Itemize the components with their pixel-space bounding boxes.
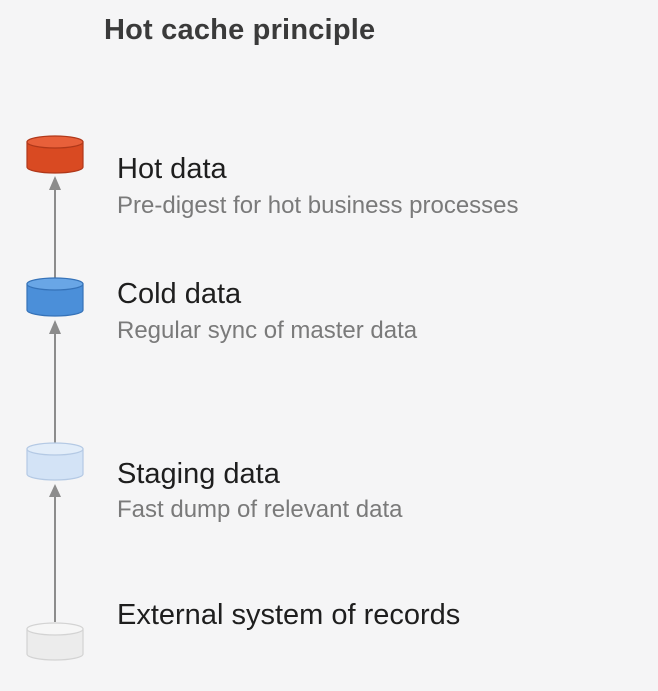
diagram-canvas: Hot cache principle Hot data Pre-digest … (0, 0, 658, 691)
arrowhead-external-to-staging (49, 484, 61, 497)
cold-data-label: Cold data (117, 278, 242, 310)
hot-data-description: Pre-digest for hot business processes (117, 192, 519, 219)
cold-data-description: Regular sync of master data (117, 317, 418, 344)
arrowhead-cold-to-hot (49, 176, 61, 190)
hot-data-database-icon (26, 135, 84, 174)
external-system-label: External system of records (117, 599, 461, 631)
hot-data-label: Hot data (117, 153, 227, 185)
cold-data-database-icon (26, 277, 84, 317)
staging-data-description: Fast dump of relevant data (117, 496, 403, 523)
staging-data-label: Staging data (117, 458, 280, 490)
arrowhead-staging-to-cold (49, 320, 61, 334)
staging-data-database-icon (26, 442, 84, 481)
flow-diagram (26, 135, 84, 661)
external-system-database-icon (26, 622, 84, 661)
